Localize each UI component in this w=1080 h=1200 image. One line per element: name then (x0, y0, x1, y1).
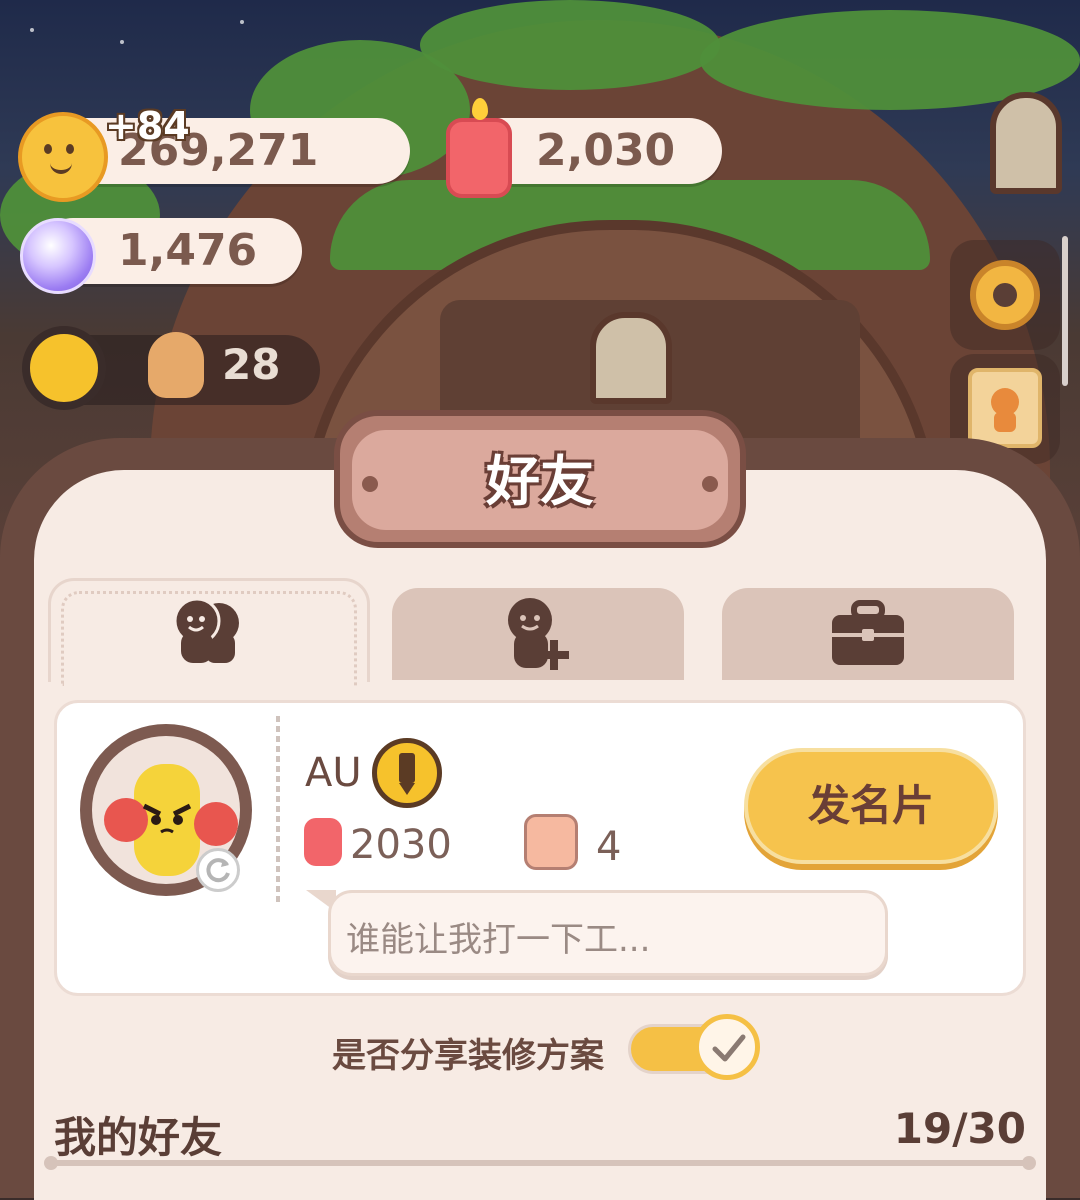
card-divider (276, 716, 280, 906)
cookie-gain: +84 (105, 104, 190, 148)
angry-face-icon (142, 803, 192, 834)
window (990, 92, 1062, 194)
my-friends-heading: 我的好友 (54, 1113, 223, 1162)
crystal-value: 1,476 (118, 225, 258, 276)
leaves (420, 0, 720, 90)
share-design-label: 是否分享装修方案 (332, 1036, 604, 1076)
refresh-icon (206, 858, 230, 883)
window (590, 312, 672, 404)
thumbs-up-icon (524, 814, 578, 870)
send-card-button[interactable]: 发名片 (744, 748, 998, 864)
gear-icon (970, 260, 1040, 330)
username: AU (305, 750, 362, 796)
tab-briefcase[interactable] (722, 588, 1014, 680)
send-card-label: 发名片 (807, 781, 934, 830)
candle-value: 2,030 (536, 125, 676, 176)
friends-icon (173, 597, 239, 663)
gear-button[interactable] (950, 240, 1060, 350)
flame-icon (472, 98, 488, 120)
level-value: 28 (222, 340, 281, 389)
candle-stat-icon (304, 818, 342, 866)
friends-count: 19/30 (893, 1104, 1026, 1153)
tab-friends[interactable] (48, 578, 370, 686)
star (120, 40, 124, 44)
star (240, 20, 244, 24)
briefcase-icon (832, 600, 904, 665)
crystal-candy-icon (20, 218, 96, 294)
tab-add-friend[interactable] (392, 588, 684, 680)
add-friend-icon (508, 598, 569, 670)
sun-icon (22, 326, 106, 410)
cookie-coin-icon (18, 112, 108, 202)
gingerbread-icon (148, 332, 204, 398)
candle-icon (446, 98, 512, 198)
list-divider (44, 1156, 1036, 1170)
likes-value: 4 (596, 824, 622, 870)
status-message: 谁能让我打一下工... (346, 920, 651, 960)
checkmark-icon (712, 1034, 746, 1062)
star (30, 28, 34, 32)
pencil-icon (399, 753, 415, 795)
panel-title: 好友 (486, 450, 594, 513)
boxing-glove-icon (194, 802, 238, 846)
scrollbar[interactable] (1062, 236, 1068, 386)
edit-profile-button[interactable] (372, 738, 442, 808)
refresh-avatar-button[interactable] (196, 848, 240, 892)
toggle-knob[interactable] (694, 1014, 760, 1080)
candle-stat-value: 2030 (350, 822, 452, 868)
